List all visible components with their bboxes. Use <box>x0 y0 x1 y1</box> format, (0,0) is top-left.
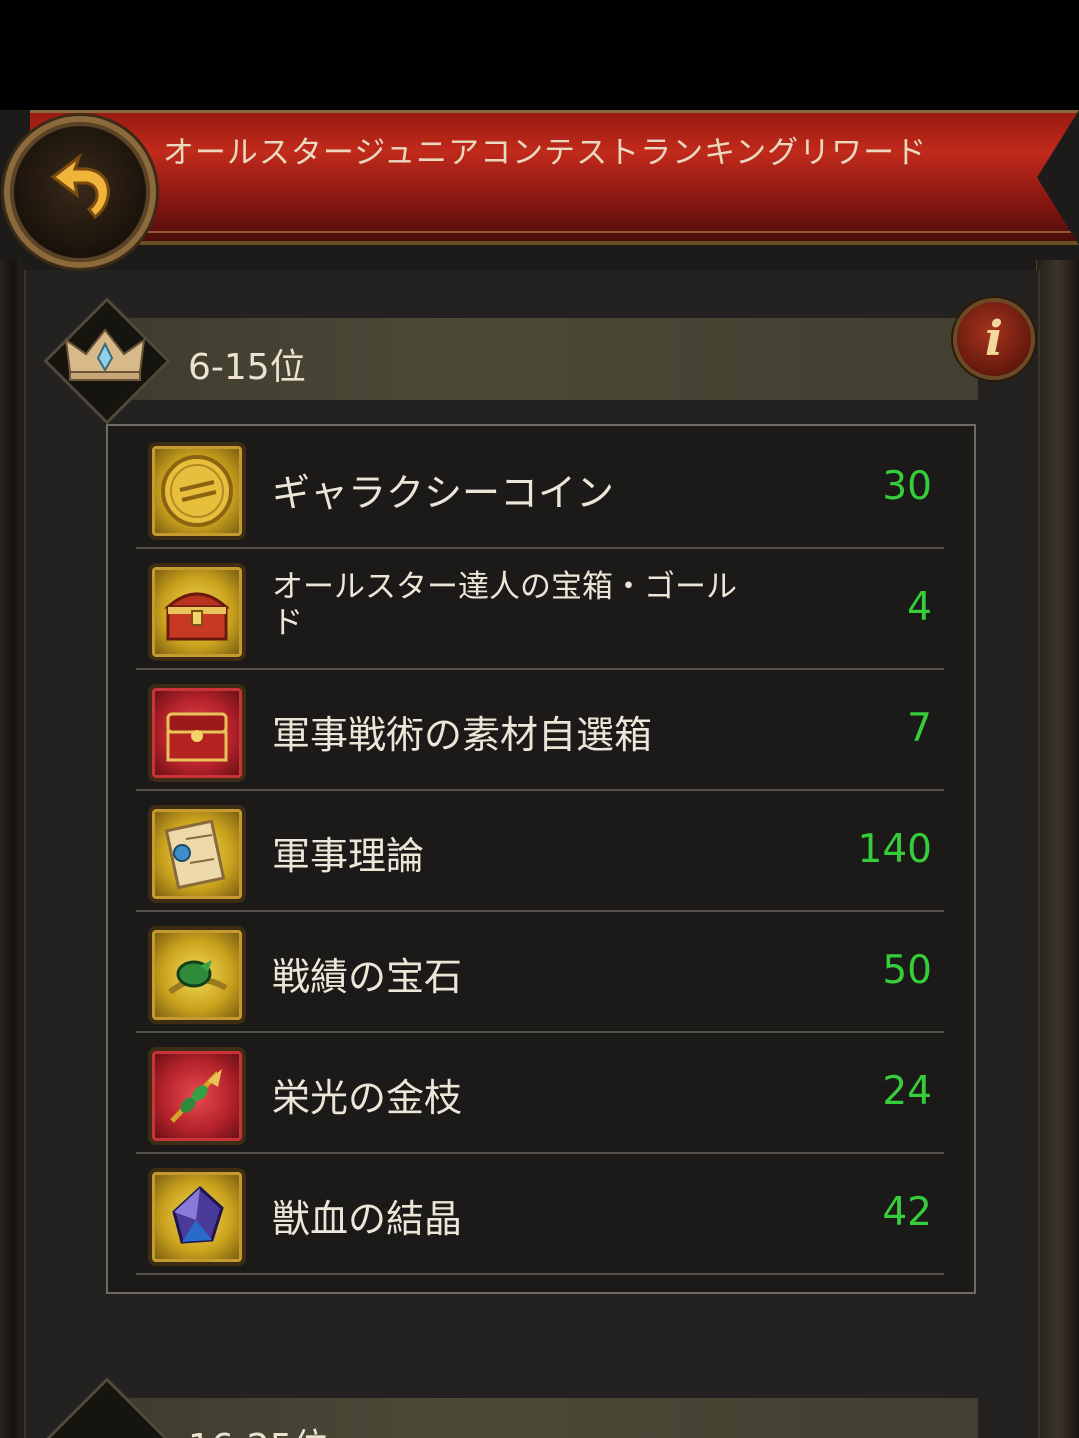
reward-quantity: 140 <box>857 827 932 872</box>
galaxy-coin-icon <box>148 442 246 540</box>
reward-quantity: 42 <box>882 1190 932 1235</box>
green-gem-icon <box>148 926 246 1024</box>
reward-name: 戦績の宝石 <box>272 955 463 999</box>
reward-quantity: 50 <box>882 948 932 993</box>
reward-quantity: 30 <box>882 464 932 509</box>
golden-branch-icon <box>148 1047 246 1145</box>
page-title: オールスタージュニアコンテストランキングリワード <box>162 135 928 171</box>
reward-row: オールスター達人の宝箱・ゴールド 4 <box>136 547 944 670</box>
rank-label: 6-15位 <box>188 347 306 388</box>
scroll-icon <box>148 805 246 903</box>
reward-row: ギャラクシーコイン 30 <box>136 426 944 549</box>
reward-row: 軍事理論 140 <box>136 789 944 912</box>
reward-list: ギャラクシーコイン 30 オールスター達人の宝箱・ゴールド 4 軍事戦術の素材自… <box>106 424 976 1294</box>
reward-row: 軍事戦術の素材自選箱 7 <box>136 668 944 791</box>
reward-row: 戦績の宝石 50 <box>136 910 944 1033</box>
rank-section-header: 6-15位 <box>90 318 978 400</box>
gold-chest-icon <box>148 563 246 661</box>
reward-screen: オールスタージュニアコンテストランキングリワード 6-15位 i ギャラクシーコ… <box>0 110 1079 1438</box>
reward-row: 獣血の結晶 42 <box>136 1152 944 1275</box>
back-arrow-icon <box>50 152 110 220</box>
reward-row: 栄光の金枝 24 <box>136 1031 944 1154</box>
rank-label: 16-25位 <box>188 1418 329 1438</box>
blood-crystal-icon <box>148 1168 246 1266</box>
reward-name: ギャラクシーコイン <box>272 471 615 515</box>
reward-name: 軍事戦術の素材自選箱 <box>272 713 653 757</box>
info-icon: i <box>984 311 1004 367</box>
reward-quantity: 7 <box>907 706 932 751</box>
reward-name: オールスター達人の宝箱・ゴールド <box>272 569 737 641</box>
status-bar-area <box>0 0 1079 110</box>
reward-quantity: 4 <box>907 585 932 630</box>
crown-icon <box>64 328 146 381</box>
info-button[interactable]: i <box>953 298 1035 380</box>
back-button[interactable] <box>4 116 156 268</box>
red-chest-icon <box>148 684 246 782</box>
rank-section-header: 16-25位 <box>90 1398 978 1438</box>
reward-name: 軍事理論 <box>272 834 425 878</box>
reward-name: 獣血の結晶 <box>272 1197 463 1241</box>
right-pillar-decoration <box>1036 260 1079 1438</box>
reward-name: 栄光の金枝 <box>272 1076 463 1120</box>
reward-quantity: 24 <box>882 1069 932 1114</box>
title-banner <box>30 110 1079 245</box>
left-pillar-decoration <box>0 260 22 1438</box>
